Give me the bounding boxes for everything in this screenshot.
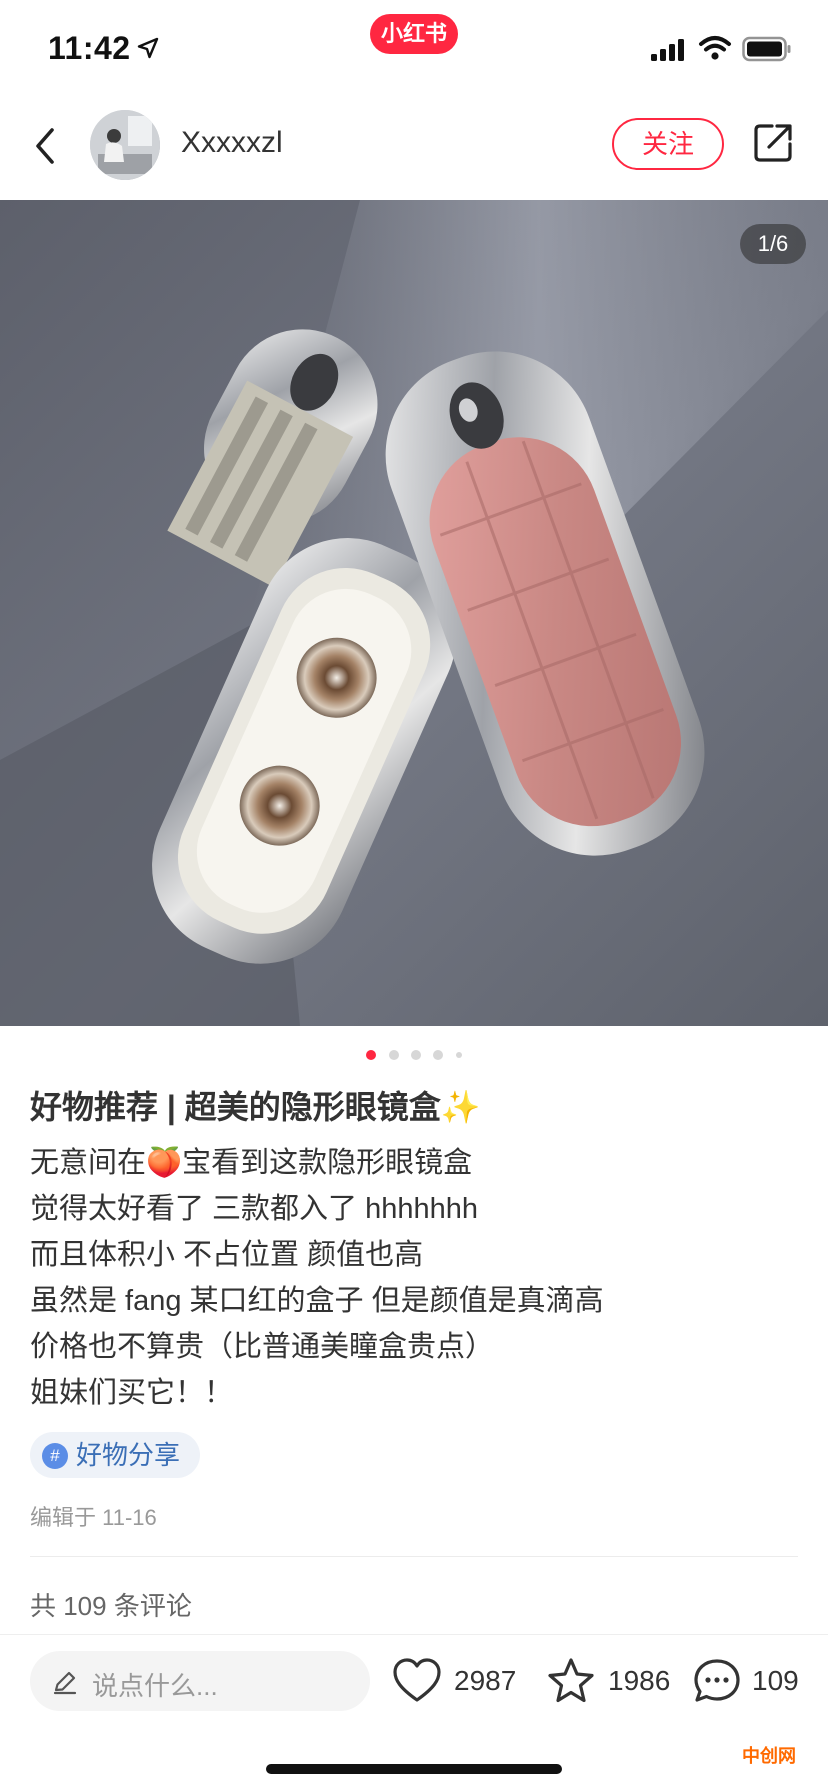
post-title: 好物推荐 | 超美的隐形眼镜盒✨ [30,1089,481,1125]
carousel-dot [411,1049,421,1060]
comment-count: 共 109 条评论 [30,1591,192,1621]
home-indicator[interactable] [266,1764,562,1774]
topic-tag-label: 好物分享 [76,1440,181,1470]
post-body-line: 价格也不算贵（比普通美瞳盒贵点） [30,1331,495,1363]
like-button[interactable]: 2987 [392,1657,522,1705]
battery-icon [742,36,791,62]
author-avatar[interactable] [90,110,160,180]
edit-date: 编辑于 11-16 [30,1505,157,1530]
carousel-indicator [0,1046,828,1060]
pencil-icon [53,1671,77,1695]
comment-button[interactable]: 109 [692,1657,812,1705]
share-icon[interactable] [752,122,794,164]
post-body-line: 无意间在🍑宝看到这款隐形眼镜盒 [30,1147,473,1179]
collect-button[interactable]: 1986 [546,1657,676,1705]
star-icon [548,1658,594,1703]
location-arrow-icon [137,37,159,59]
comment-input-placeholder: 说点什么... [92,1671,218,1701]
cellular-signal-icon [651,39,684,61]
post-body-line: 姐妹们买它！！ [30,1377,234,1409]
collect-count: 1986 [608,1665,671,1696]
avatar-image [90,110,160,180]
bottom-action-bar: 说点什么... 2987 1986 109 [0,1634,828,1726]
post-body: 无意间在🍑宝看到这款隐形眼镜盒 觉得太好看了 三款都入了 hhhhhhh 而且体… [30,1140,810,1416]
topic-tag[interactable]: # 好物分享 [30,1432,201,1478]
carousel-dot [455,1051,462,1058]
comment-input[interactable]: 说点什么... [30,1651,370,1711]
wifi-icon [699,36,731,60]
carousel-dot [388,1049,399,1060]
watermark-logo: 中创网 [742,1746,796,1766]
post-body-line: 觉得太好看了 三款都入了 hhhhhhh [30,1193,479,1225]
post-photo [0,200,828,1026]
heart-icon [393,1658,441,1702]
hashtag-icon: # [42,1443,68,1469]
app-logo-badge: 小红书 [370,14,458,54]
post-body-line: 虽然是 fang 某口红的盒子 但是颜值是真滴高 [30,1285,604,1317]
follow-button[interactable]: 关注 [612,118,724,170]
post-body-line: 而且体积小 不占位置 颜值也高 [30,1239,424,1271]
status-bar: 11:42 小红书 [0,0,828,88]
post-image-carousel[interactable]: 1/6 [0,200,828,1026]
like-count: 2987 [454,1665,517,1696]
divider [30,1556,798,1557]
comment-bubble-icon [694,1659,740,1702]
post-header: Xxxxxzl 关注 [0,96,828,196]
back-button[interactable] [26,120,66,172]
carousel-dot [366,1049,377,1060]
carousel-dot [433,1049,444,1060]
image-page-counter: 1/6 [740,224,806,264]
status-time: 11:42 [48,30,131,66]
comment-count-label: 109 [752,1665,799,1696]
author-username[interactable]: Xxxxxzl [181,126,283,160]
